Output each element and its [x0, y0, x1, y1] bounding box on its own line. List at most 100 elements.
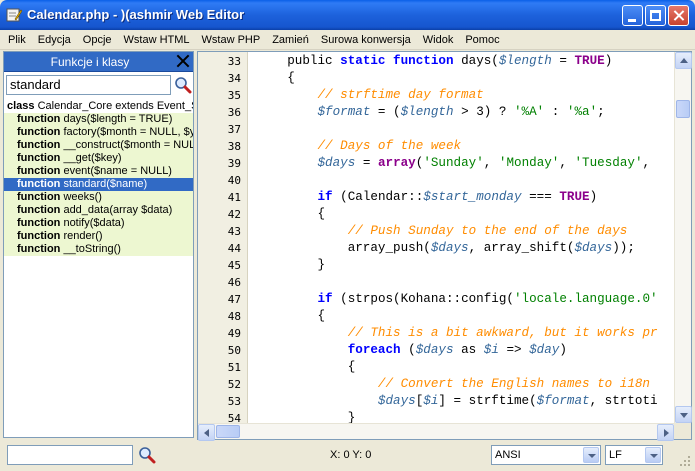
panel-close-button[interactable] — [175, 53, 191, 69]
title-bar[interactable]: Calendar.php - )(ashmir Web Editor — [0, 0, 695, 30]
vertical-scroll-thumb[interactable] — [676, 100, 690, 118]
resize-grip-icon[interactable] — [678, 454, 692, 468]
function-search-input[interactable]: standard — [6, 75, 171, 95]
code-line: } — [257, 257, 325, 274]
function-item[interactable]: function add_data(array $data) — [4, 204, 193, 217]
function-item[interactable]: function weeks() — [4, 191, 193, 204]
item-keyword: function — [17, 243, 61, 255]
code-editor[interactable]: 33 34 35 36 37 38 39 40 41 42 43 44 45 46 47 48 49 50 51 52… — [197, 51, 692, 441]
search-icon[interactable] — [174, 76, 192, 94]
class-item[interactable]: class Calendar_Core extends Event_Subjec… — [4, 100, 193, 113]
function-item[interactable]: function days($length = TRUE) — [4, 113, 193, 126]
functions-panel: Funkcje i klasy standard class Calendar_… — [3, 51, 194, 438]
menu-pomoc[interactable]: Pomoc — [459, 34, 505, 46]
item-signature: event($name = NULL) — [60, 165, 172, 177]
code-token: , — [642, 156, 651, 170]
scrollbar-corner — [674, 423, 691, 439]
function-item[interactable]: function standard($name) — [4, 178, 193, 191]
code-area[interactable]: public static function days($length = TR… — [249, 52, 674, 423]
function-item[interactable]: function __toString() — [4, 243, 193, 256]
code-line: public static function days($length = TR… — [257, 53, 612, 70]
code-token: 'Monday' — [498, 156, 560, 170]
code-token: $days — [317, 156, 356, 170]
code-token: , strtoti — [589, 394, 658, 408]
code-token: foreach — [347, 343, 401, 357]
function-item[interactable]: function render() — [4, 230, 193, 243]
menu-opcje[interactable]: Opcje — [77, 34, 118, 46]
code-token: 'locale.language.0' — [513, 292, 658, 306]
code-token: (Calendar:: — [332, 190, 424, 204]
menu-wstaw-php[interactable]: Wstaw PHP — [196, 34, 267, 46]
code-line: // strftime day format — [257, 87, 483, 104]
search-icon[interactable] — [138, 446, 156, 464]
item-keyword: function — [17, 113, 61, 125]
function-item[interactable]: function event($name = NULL) — [4, 165, 193, 178]
code-token: } — [257, 411, 356, 423]
horizontal-scroll-thumb[interactable] — [216, 425, 240, 438]
menu-edycja[interactable]: Edycja — [32, 34, 77, 46]
menu-plik[interactable]: Plik — [2, 34, 32, 46]
line-number: 40 — [227, 174, 241, 187]
code-line: } — [257, 410, 356, 423]
horizontal-scrollbar[interactable] — [198, 423, 674, 441]
scroll-right-button[interactable] — [657, 424, 674, 441]
item-keyword: function — [17, 152, 61, 164]
function-item[interactable]: function factory($month = NULL, $year = … — [4, 126, 193, 139]
code-line: $days[$i] = strftime($format, strtoti — [257, 393, 658, 410]
item-keyword: function — [17, 178, 61, 190]
vertical-scrollbar[interactable] — [674, 52, 692, 423]
menu-surowa-konwersja[interactable]: Surowa konwersja — [315, 34, 417, 46]
code-line: { — [257, 359, 356, 376]
minimize-button[interactable] — [622, 5, 643, 26]
item-signature: factory($month = NULL, $year = NULL) — [63, 126, 193, 138]
function-item[interactable]: function __construct($month = NULL, $yea… — [4, 139, 193, 152]
code-token: $length — [400, 105, 454, 119]
line-number: 46 — [227, 276, 241, 289]
scroll-left-button[interactable] — [198, 424, 215, 441]
close-button[interactable] — [668, 5, 689, 26]
code-token: )); — [612, 241, 635, 255]
code-line: // Convert the English names to i18n — [257, 376, 650, 393]
encoding-select[interactable]: ANSI — [491, 445, 601, 465]
line-number: 38 — [227, 140, 241, 153]
scroll-up-button[interactable] — [675, 52, 692, 69]
code-token: , — [559, 156, 575, 170]
code-token: as — [453, 343, 484, 357]
item-keyword: function — [17, 230, 61, 242]
status-bar: X: 0 Y: 0 ANSI LF — [0, 441, 695, 471]
code-token: = — [551, 54, 575, 68]
chevron-left-icon — [204, 429, 209, 437]
line-number: 41 — [227, 191, 241, 204]
code-token: // This is a bit awkward, but it works p… — [347, 326, 658, 340]
code-token: = ( — [370, 105, 401, 119]
menu-widok[interactable]: Widok — [417, 34, 460, 46]
code-token: === — [521, 190, 560, 204]
maximize-icon — [650, 10, 661, 21]
menu-wstaw-html[interactable]: Wstaw HTML — [118, 34, 196, 46]
code-token: $i — [483, 343, 499, 357]
code-token: ) — [604, 54, 613, 68]
code-line: $format = ($length > 3) ? '%A' : '%a'; — [257, 104, 604, 121]
menu-zamien[interactable]: Zamień — [266, 34, 315, 46]
maximize-button[interactable] — [645, 5, 666, 26]
code-token: : — [544, 105, 567, 119]
function-item[interactable]: function notify($data) — [4, 217, 193, 230]
function-item[interactable]: function __get($key) — [4, 152, 193, 165]
line-number: 51 — [227, 361, 241, 374]
chevron-down-icon[interactable] — [645, 447, 661, 463]
item-signature: add_data(array $data) — [60, 204, 173, 216]
item-keyword: function — [17, 191, 61, 203]
item-signature: __get($key) — [60, 152, 122, 164]
scroll-down-button[interactable] — [675, 406, 692, 423]
line-ending-select[interactable]: LF — [605, 445, 663, 465]
code-token: array_push( — [257, 241, 431, 255]
item-keyword: class — [7, 100, 35, 112]
code-token: } — [257, 258, 326, 272]
chevron-down-icon[interactable] — [583, 447, 599, 463]
code-line: // This is a bit awkward, but it works p… — [257, 325, 658, 342]
find-input[interactable] — [7, 445, 133, 465]
item-keyword: function — [17, 204, 61, 216]
